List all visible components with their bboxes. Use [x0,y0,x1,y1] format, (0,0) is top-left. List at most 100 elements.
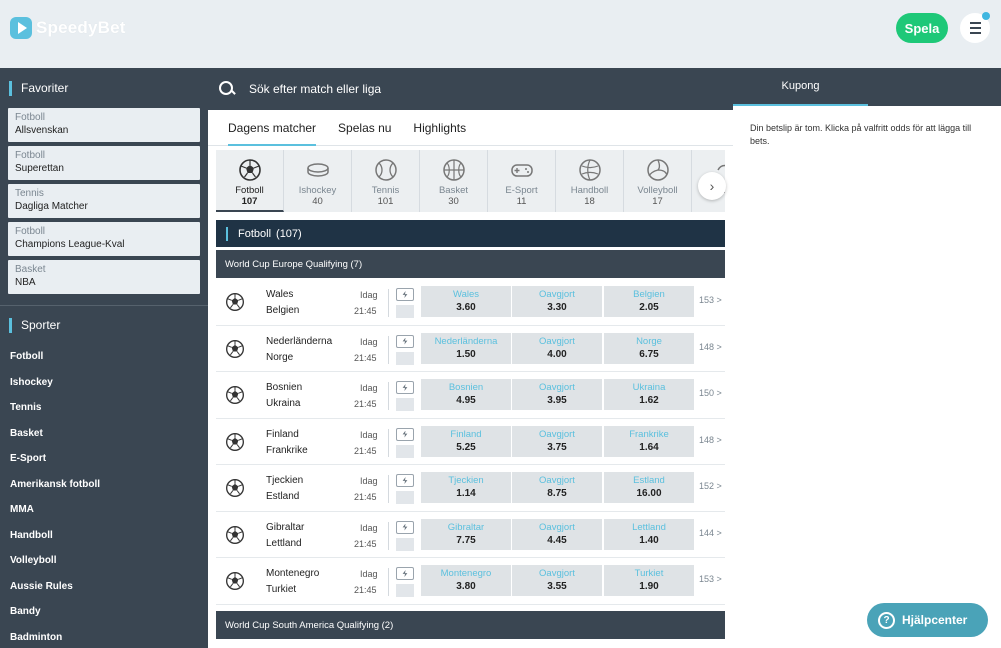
sidebar-sport-link[interactable]: Aussie Rules [0,574,208,600]
stats-placeholder [396,398,414,411]
sidebar-sport-link[interactable]: E-Sport [0,446,208,472]
sidebar-sport-link[interactable]: Amerikansk fotboll [0,472,208,498]
sport-filter-count: 30 [448,196,459,207]
sidebar-sport-link[interactable]: Basket [0,421,208,447]
match-row[interactable]: Tjeckien Estland Idag 21:45 Tjeckien 1.14 Oavg… [216,465,725,512]
tab-highlights[interactable]: Highlights [413,110,466,146]
sport-filter-item[interactable]: Ishockey 40 [284,150,352,212]
play-button[interactable]: Spela [896,13,948,43]
sidebar-sport-link[interactable]: Badminton [0,625,208,648]
live-stream-icon[interactable] [396,567,414,580]
odds-button[interactable]: Bosnien 4.95 [421,379,511,410]
odds-button[interactable]: Oavgjort 8.75 [512,472,602,503]
live-stream-icon[interactable] [396,474,414,487]
odds-button[interactable]: Oavgjort 4.00 [512,332,602,364]
odds-label: Nederländerna [434,335,498,347]
live-stream-icon[interactable] [396,288,414,301]
more-markets-link[interactable]: 150 > [699,388,722,398]
odds-button[interactable]: Oavgjort 3.55 [512,565,602,596]
sidebar-sport-link[interactable]: Ishockey [0,370,208,396]
sidebar-sport-link[interactable]: Volleyboll [0,548,208,574]
odds-button[interactable]: Oavgjort 3.95 [512,379,602,410]
search-input[interactable]: Sök efter match eller liga [249,82,381,96]
odds-label: Oavgjort [539,289,575,300]
sidebar-sport-link[interactable]: Handboll [0,523,208,549]
football-icon [226,572,244,590]
odds-button[interactable]: Finland 5.25 [421,425,511,457]
sport-filter-count: 11 [516,196,527,207]
match-row[interactable]: Gibraltar Lettland Idag 21:45 Gibraltar 7.75 O… [216,511,725,558]
sidebar-sport-link[interactable]: Bandy [0,599,208,625]
match-day: Idag [360,522,378,533]
match-time: 21:45 [354,399,377,409]
sidebar-sport-link[interactable]: Fotboll [0,344,208,370]
favorite-item[interactable]: Fotboll Champions League-Kval [8,222,200,256]
league-header[interactable]: World Cup South America Qualifying (2) [216,611,725,639]
match-row[interactable]: Finland Frankrike Idag 21:45 Finland 5.25 Oavg… [216,418,725,465]
odds-button[interactable]: Lettland 1.40 [604,518,694,550]
odds-button[interactable]: Oavgjort 3.75 [512,425,602,457]
favorite-item[interactable]: Fotboll Superettan [8,146,200,180]
sidebar-sport-link[interactable]: MMA [0,497,208,523]
favorite-item[interactable]: Basket NBA [8,260,200,294]
sidebar-sport-link[interactable]: Tennis [0,395,208,421]
favorite-item[interactable]: Tennis Dagliga Matcher [8,184,200,218]
more-markets-link[interactable]: 144 > [699,528,722,538]
search-bar[interactable]: Sök efter match eller liga [208,68,733,110]
more-markets-link[interactable]: 148 > [699,435,722,445]
more-markets-link[interactable]: 153 > [699,574,722,584]
tab-spelas-nu[interactable]: Spelas nu [338,110,391,146]
odds-button[interactable]: Oavgjort 4.45 [512,518,602,550]
sport-filter-item[interactable]: Basket 30 [420,150,488,212]
odds-button[interactable]: Estland 16.00 [604,472,694,503]
tab-dagens-matcher[interactable]: Dagens matcher [228,110,317,146]
live-stream-icon[interactable] [396,334,414,348]
more-markets-link[interactable]: 152 > [699,481,722,491]
menu-button[interactable] [960,12,990,43]
help-center-button[interactable]: ? Hjälpcenter [867,603,988,637]
gamepad-icon [510,164,533,177]
match-time: 21:45 [354,352,377,363]
more-markets-link[interactable]: 148 > [699,342,722,352]
odds-button[interactable]: Nederländerna 1.50 [421,332,511,364]
odds-button[interactable]: Ukraina 1.62 [604,379,694,410]
match-row[interactable]: Wales Belgien Idag 21:45 Wales 3.60 Oavgjort 3.… [216,279,725,326]
odds-label: Wales [452,289,480,300]
league-header[interactable]: World Cup Europe Qualifying (7) [216,250,725,278]
odds-button[interactable]: Oavgjort 3.30 [512,286,602,317]
odds-value: 4.00 [547,348,567,360]
strip-next-arrow-icon[interactable]: › [698,172,726,200]
odds-button[interactable]: Gibraltar 7.75 [421,518,511,550]
main-content: Sök efter match eller liga Dagens matche… [208,68,733,648]
match-row[interactable]: Montenegro Turkiet Idag 21:45 Montenegro 3.80… [216,558,725,605]
odds-button[interactable]: Frankrike 1.64 [604,425,694,457]
more-markets-link[interactable]: 153 > [699,295,722,305]
sport-filter-item[interactable]: Fotboll 107 [216,150,284,212]
favorite-item[interactable]: Fotboll Allsvenskan [8,108,200,142]
question-icon: ? [878,611,895,629]
match-row[interactable]: Bosnien Ukraina Idag 21:45 Bosnien 4.95 Oavgjo… [216,372,725,419]
odds-label: Ukraina [632,382,666,393]
tab-kupong[interactable]: Kupong [733,68,868,106]
lightning-icon [402,291,408,298]
match-row[interactable]: Nederländerna Norge Idag 21:45 Nederländerna… [216,325,725,372]
section-header: Fotboll (107) [216,220,725,247]
live-stream-icon[interactable] [396,381,414,394]
odds-label: Finland [450,428,482,440]
odds-button[interactable]: Wales 3.60 [421,286,511,317]
odds-button[interactable]: Turkiet 1.90 [604,565,694,596]
notification-dot [982,12,990,20]
live-stream-icon[interactable] [396,520,414,534]
sport-filter-item[interactable]: E-Sport 11 [488,150,556,212]
row-divider [388,289,389,317]
sport-filter-item[interactable]: Tennis 101 [352,150,420,212]
live-stream-icon[interactable] [396,427,414,441]
odds-value: 3.60 [456,302,476,313]
sport-filter-item[interactable]: Volleyboll 17 [624,150,692,212]
odds-button[interactable]: Tjeckien 1.14 [421,472,511,503]
odds-button[interactable]: Belgien 2.05 [604,286,694,317]
odds-button[interactable]: Norge 6.75 [604,332,694,364]
sport-filter-item[interactable]: Handboll 18 [556,150,624,212]
logo[interactable]: SpeedyBet [10,17,126,39]
odds-button[interactable]: Montenegro 3.80 [421,565,511,596]
